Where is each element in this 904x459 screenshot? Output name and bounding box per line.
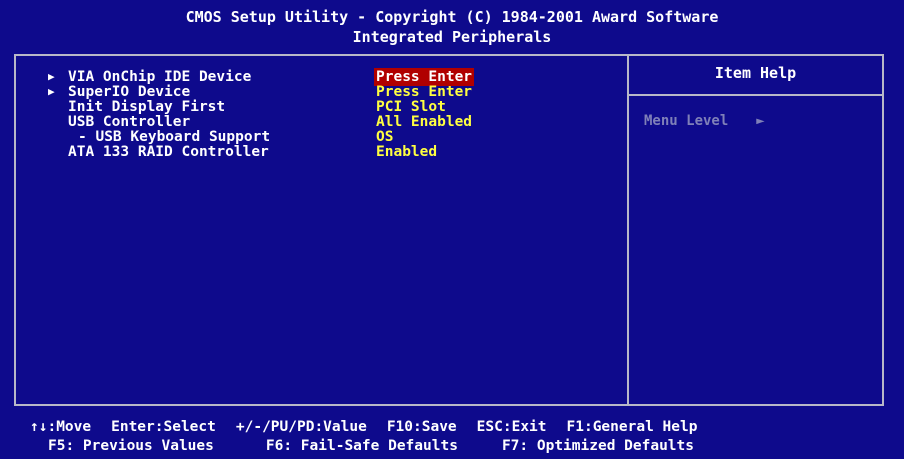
- menu-level: Menu Level ►: [644, 113, 765, 129]
- bios-header: CMOS Setup Utility - Copyright (C) 1984-…: [0, 0, 904, 54]
- key-legend-row-2: F5: Previous Values F6: Fail-Safe Default…: [30, 437, 694, 455]
- key-move: ↑↓:Move: [30, 419, 92, 435]
- menu-level-label: Menu Level: [644, 113, 729, 129]
- key-legend: ↑↓:Move Enter:Select +/-/PU/PD:Value F10:Sa…: [0, 408, 904, 459]
- help-separator: [629, 94, 882, 96]
- submenu-pointer-icon: ▶: [48, 85, 55, 98]
- main-frame: ▶ VIA OnChip IDE Device Press Enter ▶ Su…: [14, 54, 884, 406]
- key-fail-safe-defaults: F6: Fail-Safe Defaults: [265, 438, 458, 454]
- key-optimized-defaults: F7: Optimized Defaults: [501, 438, 694, 454]
- menu-item-label: ATA 133 RAID Controller: [68, 144, 269, 160]
- item-help-title: Item Help: [714, 64, 797, 82]
- key-legend-row-1: ↑↓:Move Enter:Select +/-/PU/PD:Value F10:Sa…: [30, 418, 697, 436]
- panel-divider: [627, 56, 629, 404]
- key-exit: ESC:Exit: [476, 419, 547, 435]
- key-save: F10:Save: [386, 419, 457, 435]
- header-title: CMOS Setup Utility - Copyright (C) 1984-…: [185, 8, 719, 26]
- menu-item-value[interactable]: Enabled: [376, 143, 437, 161]
- header-subtitle: Integrated Peripherals: [352, 28, 552, 46]
- key-select: Enter:Select: [111, 419, 216, 435]
- key-general-help: F1:General Help: [566, 419, 698, 435]
- key-value: +/-/PU/PD:Value: [235, 419, 367, 435]
- key-previous-values: F5: Previous Values: [48, 438, 214, 454]
- menu-level-arrow-icon: ►: [756, 113, 765, 129]
